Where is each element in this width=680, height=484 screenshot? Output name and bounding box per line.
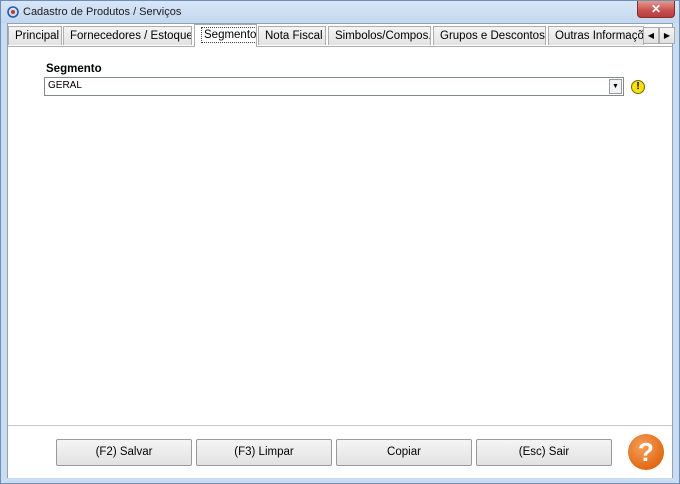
exclamation-icon: ! xyxy=(631,80,645,94)
exit-button-label: (Esc) Sair xyxy=(518,446,570,458)
tab-label: Grupos e Descontos xyxy=(440,30,545,42)
tab-scroll-right-button[interactable]: ▶ xyxy=(659,27,675,44)
tab-grupos-descontos[interactable]: Grupos e Descontos xyxy=(433,26,546,45)
tab-scroll-left-button[interactable]: ◀ xyxy=(643,27,659,44)
form-body: Principal Fornecedores / Estoque Segment… xyxy=(7,23,675,478)
clear-button-label: (F3) Limpar xyxy=(234,446,294,458)
triangle-right-icon: ▶ xyxy=(663,31,671,40)
tab-label: Outras Informações xyxy=(555,30,644,42)
tab-fornecedores-estoque[interactable]: Fornecedores / Estoque xyxy=(63,26,192,45)
tab-label: Segmento xyxy=(201,27,256,43)
clear-button[interactable]: (F3) Limpar xyxy=(196,439,332,466)
chevron-down-icon: ▼ xyxy=(612,83,619,90)
tab-principal[interactable]: Principal xyxy=(8,26,62,45)
triangle-left-icon: ◀ xyxy=(647,31,655,40)
segmento-selected-value: GERAL xyxy=(48,80,82,91)
tab-label: Fornecedores / Estoque xyxy=(70,30,192,42)
save-button[interactable]: (F2) Salvar xyxy=(56,439,192,466)
tab-label: Simbolos/Compos. xyxy=(335,30,431,42)
copy-button[interactable]: Copiar xyxy=(336,439,472,466)
copy-button-label: Copiar xyxy=(387,446,421,458)
exit-button[interactable]: (Esc) Sair xyxy=(476,439,612,466)
button-bar: (F2) Salvar (F3) Limpar Copiar (Esc) Sai… xyxy=(8,425,672,478)
tab-outras-informacoes[interactable]: Outras Informações xyxy=(548,26,644,45)
close-button[interactable]: ✕ xyxy=(637,1,675,18)
save-button-label: (F2) Salvar xyxy=(95,446,153,458)
tab-strip: Principal Fornecedores / Estoque Segment… xyxy=(8,24,675,47)
window-title: Cadastro de Produtos / Serviços xyxy=(23,6,182,18)
title-bar[interactable]: Cadastro de Produtos / Serviços ✕ xyxy=(1,1,679,23)
dropdown-button[interactable]: ▼ xyxy=(609,79,622,94)
segmento-label: Segmento xyxy=(46,63,102,75)
tab-label: Principal xyxy=(15,30,60,42)
app-icon xyxy=(7,6,19,18)
segmento-select[interactable]: GERAL ▼ xyxy=(44,77,624,96)
tab-nota-fiscal[interactable]: Nota Fiscal xyxy=(258,26,326,45)
tab-simbolos-compos[interactable]: Simbolos/Compos. xyxy=(328,26,431,45)
help-icon[interactable]: ? xyxy=(628,434,664,470)
tab-segmento[interactable]: Segmento xyxy=(194,24,257,47)
app-window: Cadastro de Produtos / Serviços ✕ Princi… xyxy=(0,0,680,484)
tab-label: Nota Fiscal xyxy=(265,30,323,42)
